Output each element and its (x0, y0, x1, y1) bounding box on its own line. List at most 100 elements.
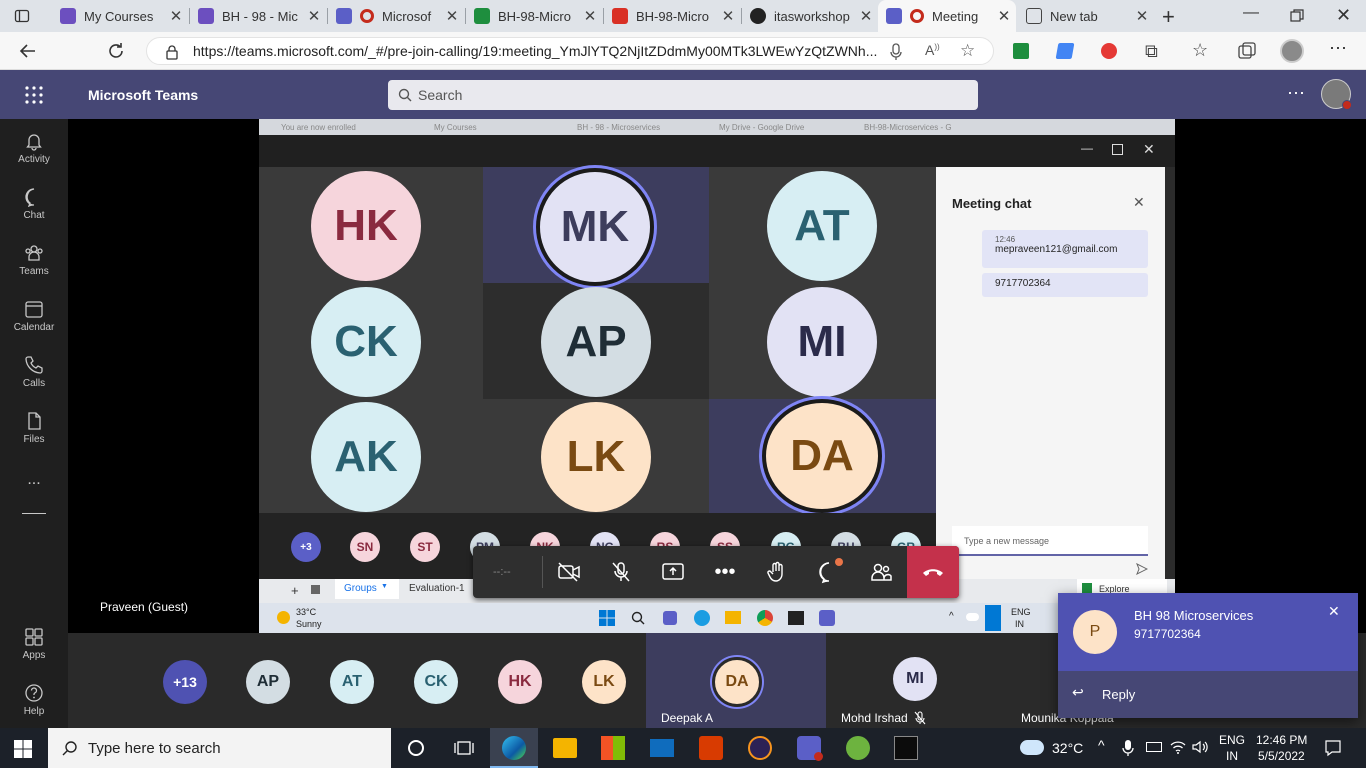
wifi-icon[interactable] (1170, 739, 1186, 755)
weather-cloud-icon[interactable] (1020, 740, 1044, 755)
browser-tab[interactable]: My Courses ✕ (52, 0, 188, 32)
taskbar-search-box[interactable]: Type here to search (48, 728, 391, 768)
browser-tab-active[interactable]: Meeting ✕ (878, 0, 1016, 32)
close-tab-icon[interactable]: ✕ (578, 7, 602, 25)
new-tab-button[interactable]: + (1162, 4, 1175, 30)
collections-icon[interactable] (1238, 42, 1256, 60)
refresh-button[interactable] (106, 41, 126, 61)
command-prompt-icon[interactable] (894, 736, 918, 760)
browser-tab[interactable]: BH-98-Micro ✕ (604, 0, 740, 32)
office-icon[interactable] (699, 736, 723, 760)
extension-translate-icon[interactable] (1055, 43, 1075, 59)
extensions-puzzle-icon[interactable]: ⧉ (1145, 41, 1158, 62)
rail-more-apps[interactable]: ... (0, 471, 68, 489)
browser-tab[interactable]: New tab ✕ (1018, 0, 1154, 32)
participant-tile[interactable]: DA Deepak A (646, 633, 826, 728)
toast-reply-button[interactable]: ↩ Reply (1058, 671, 1358, 718)
spring-icon[interactable] (846, 736, 870, 760)
chat-button[interactable] (803, 546, 855, 598)
read-aloud-icon[interactable]: A)) (925, 42, 940, 58)
participant-name: Mohd Irshad (841, 711, 908, 725)
microphone-icon[interactable] (889, 43, 903, 61)
volume-icon[interactable] (1192, 739, 1208, 755)
share-screen-button[interactable] (647, 546, 699, 598)
tab-actions-icon[interactable] (14, 8, 30, 24)
restore-button[interactable] (1290, 9, 1304, 23)
chat-compose-box: Type a new message (952, 526, 1148, 556)
rail-item-calls[interactable]: Calls (0, 355, 68, 389)
eclipse-icon[interactable] (748, 736, 772, 760)
extension-sheets-icon[interactable] (1013, 43, 1029, 59)
taskbar-lang[interactable]: ENG (1219, 733, 1245, 747)
browser-menu-icon[interactable]: ⋯ (1329, 38, 1347, 59)
more-actions-button[interactable]: ••• (699, 546, 751, 598)
rail-label: Activity (18, 154, 50, 165)
rail-item-calendar[interactable]: Calendar (0, 299, 68, 333)
browser-tab[interactable]: Microsof ✕ (328, 0, 464, 32)
rail-item-activity[interactable]: Activity (0, 131, 68, 165)
raise-hand-button[interactable] (751, 546, 803, 598)
minimize-button[interactable]: — (1243, 4, 1259, 22)
rail-item-apps[interactable]: Apps (0, 627, 68, 661)
microsoft-store-icon[interactable] (601, 736, 625, 760)
edge-icon (502, 736, 526, 760)
close-tab-icon[interactable]: ✕ (992, 7, 1016, 25)
recording-icon (910, 9, 924, 23)
leave-call-button[interactable] (907, 546, 959, 598)
rail-item-files[interactable]: Files (0, 411, 68, 445)
close-tab-icon[interactable]: ✕ (164, 7, 188, 25)
mic-muted-button[interactable] (595, 546, 647, 598)
rail-item-help[interactable]: Help (0, 683, 68, 717)
start-button[interactable] (14, 740, 32, 758)
favorite-star-icon[interactable]: ☆ (960, 41, 975, 61)
tray-mic-icon[interactable] (1122, 739, 1134, 757)
camera-off-button[interactable] (543, 546, 595, 598)
tray-chevron-icon[interactable]: ^ (1098, 737, 1105, 753)
taskbar-time[interactable]: 12:46 PM (1256, 733, 1307, 747)
battery-icon[interactable] (1146, 742, 1162, 752)
participants-button[interactable] (855, 546, 907, 598)
address-bar[interactable]: https://teams.microsoft.com/_#/pre-join-… (146, 37, 994, 65)
rail-item-teams[interactable]: Teams (0, 243, 68, 277)
notification-center-icon[interactable] (1324, 739, 1342, 757)
chat-notification-toast[interactable]: P BH 98 Microservices 9717702364 ✕ ↩ Rep… (1058, 593, 1358, 718)
more-horizontal-icon: ••• (714, 560, 736, 583)
participant-tile[interactable]: MI Mohd Irshad (826, 633, 1006, 728)
search-input[interactable]: Search (388, 80, 978, 110)
favorites-icon[interactable]: ☆ (1192, 40, 1208, 61)
file-explorer-icon[interactable] (553, 738, 577, 758)
browser-tab[interactable]: BH-98-Micro ✕ (466, 0, 602, 32)
mail-icon[interactable] (650, 739, 674, 757)
close-toast-icon[interactable]: ✕ (1328, 603, 1340, 620)
sheet-list-icon (311, 585, 320, 594)
add-sheet-icon: + (291, 583, 299, 598)
reply-label: Reply (1102, 687, 1136, 702)
close-tab-icon[interactable]: ✕ (440, 7, 464, 25)
taskbar-app-active[interactable] (490, 728, 538, 768)
participant-avatar: AT (330, 660, 374, 704)
muted-mic-icon (914, 711, 926, 725)
inner-maximize-icon (1112, 144, 1123, 155)
browser-tab[interactable]: itasworkshop ✕ (742, 0, 878, 32)
close-tab-icon[interactable]: ✕ (716, 7, 740, 25)
app-launcher-icon[interactable] (24, 85, 44, 105)
taskbar-region[interactable]: IN (1226, 749, 1238, 763)
taskbar-date[interactable]: 5/5/2022 (1258, 749, 1305, 763)
taskbar-weather[interactable]: 32°C (1052, 740, 1083, 756)
close-window-button[interactable]: ✕ (1336, 5, 1351, 26)
more-options-icon[interactable]: ⋯ (1287, 83, 1305, 104)
overflow-participants-button[interactable]: +13 (163, 660, 207, 704)
close-tab-icon[interactable]: ✕ (854, 7, 878, 25)
camera-off-icon (558, 562, 580, 582)
rail-item-chat[interactable]: Chat (0, 187, 68, 221)
teams-favicon-icon (886, 8, 902, 24)
browser-tab-strip: My Courses ✕ BH - 98 - Mic ✕ Microsof ✕ … (0, 0, 1366, 32)
cortana-icon[interactable] (408, 740, 424, 756)
browser-tab[interactable]: BH - 98 - Mic ✕ (190, 0, 326, 32)
task-view-icon[interactable] (454, 740, 474, 756)
extension-adblock-icon[interactable] (1101, 43, 1117, 59)
close-tab-icon[interactable]: ✕ (1130, 7, 1154, 25)
close-tab-icon[interactable]: ✕ (302, 7, 326, 25)
profile-avatar[interactable] (1280, 39, 1304, 63)
back-button[interactable] (18, 41, 38, 61)
